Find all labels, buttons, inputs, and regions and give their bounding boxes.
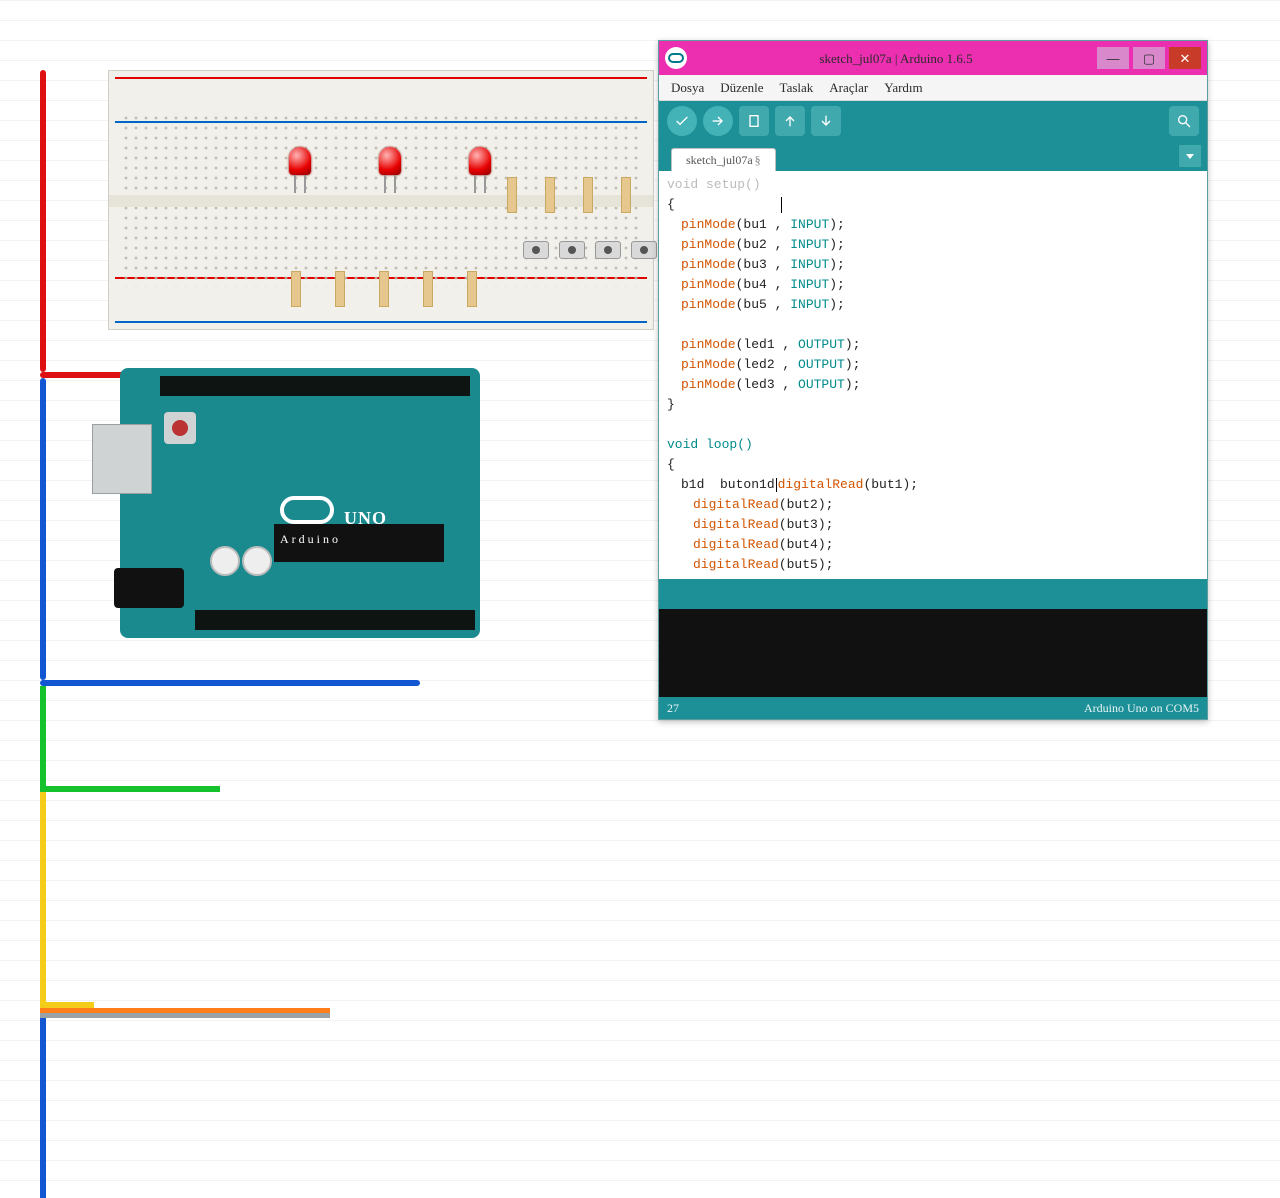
maximize-button[interactable]: ▢: [1133, 47, 1165, 69]
power-jack: [114, 568, 184, 608]
tactile-button: [631, 241, 657, 259]
arrow-up-icon: [782, 113, 798, 129]
code-line: pinMode(bu4 , INPUT);: [667, 275, 1199, 295]
resistor: [467, 271, 477, 307]
menu-file[interactable]: Dosya: [665, 77, 710, 98]
board-port-indicator: Arduino Uno on COM5: [1084, 702, 1199, 714]
code-line: pinMode(led2 , OUTPUT);: [667, 355, 1199, 375]
led-red-1: [289, 147, 311, 175]
reset-button: [164, 412, 196, 444]
chevron-down-icon: [1184, 150, 1196, 162]
digital-headers: [160, 376, 470, 396]
code-line: pinMode(bu5 , INPUT);: [667, 295, 1199, 315]
menu-edit[interactable]: Düzenle: [714, 77, 769, 98]
tab-label: sketch_jul07a: [686, 153, 753, 167]
text-cursor: [776, 478, 777, 492]
code-line: digitalRead(but2);: [667, 495, 1199, 515]
output-console[interactable]: [659, 609, 1207, 697]
code-line: digitalRead(but4);: [667, 535, 1199, 555]
resistor: [423, 271, 433, 307]
window-titlebar[interactable]: sketch_jul07a | Arduino 1.6.5 — ▢ ✕: [659, 41, 1207, 75]
code-line: {: [667, 455, 1199, 475]
minimize-button[interactable]: —: [1097, 47, 1129, 69]
serial-monitor-button[interactable]: [1169, 106, 1199, 136]
sketch-tab[interactable]: sketch_jul07a§: [671, 148, 776, 171]
window-title: sketch_jul07a | Arduino 1.6.5: [695, 52, 1097, 65]
code-line: pinMode(bu1 , INPUT);: [667, 215, 1199, 235]
search-icon: [1176, 113, 1192, 129]
tactile-button: [595, 241, 621, 259]
resistor: [545, 177, 555, 213]
verify-button[interactable]: [667, 106, 697, 136]
arrow-down-icon: [818, 113, 834, 129]
power-analog-headers: [195, 610, 475, 630]
toolbar: [659, 101, 1207, 141]
resistor: [379, 271, 389, 307]
capacitor: [242, 546, 272, 576]
code-line: pinMode(led3 , OUTPUT);: [667, 375, 1199, 395]
close-button[interactable]: ✕: [1169, 47, 1201, 69]
resistor: [621, 177, 631, 213]
code-line: void setup(): [667, 175, 1199, 195]
check-icon: [674, 113, 690, 129]
arduino-uno-board: UNO Arduino: [120, 368, 480, 638]
code-line: digitalRead(but3);: [667, 515, 1199, 535]
code-line: void loop(): [667, 435, 1199, 455]
tactile-button: [559, 241, 585, 259]
tactile-button: [523, 241, 549, 259]
modified-indicator: §: [755, 153, 761, 167]
code-line: b1d buton1ddigitalRead(but1);: [667, 475, 1199, 495]
code-editor[interactable]: void setup() { pinMode(bu1 , INPUT); pin…: [659, 171, 1207, 579]
status-strip: [659, 579, 1207, 609]
save-sketch-button[interactable]: [811, 106, 841, 136]
file-icon: [746, 113, 762, 129]
resistor: [583, 177, 593, 213]
arduino-icon: [665, 47, 687, 69]
new-sketch-button[interactable]: [739, 106, 769, 136]
usb-port: [92, 424, 152, 494]
board-logo: UNO Arduino: [280, 496, 387, 545]
line-indicator: 27: [667, 702, 679, 714]
upload-button[interactable]: [703, 106, 733, 136]
code-line: digitalRead(but5);: [667, 555, 1199, 575]
capacitor: [210, 546, 240, 576]
led-red-3: [469, 147, 491, 175]
menu-bar: Dosya Düzenle Taslak Araçlar Yardım: [659, 75, 1207, 101]
code-line: pinMode(bu2 , INPUT);: [667, 235, 1199, 255]
text-cursor: [781, 197, 782, 213]
menu-tools[interactable]: Araçlar: [823, 77, 874, 98]
arduino-ide-window: sketch_jul07a | Arduino 1.6.5 — ▢ ✕ Dosy…: [658, 40, 1208, 720]
resistor: [335, 271, 345, 307]
menu-sketch[interactable]: Taslak: [774, 77, 820, 98]
led-red-2: [379, 147, 401, 175]
arrow-right-icon: [710, 113, 726, 129]
code-line: {: [667, 195, 1199, 215]
code-line: pinMode(led1 , OUTPUT);: [667, 335, 1199, 355]
code-line: }: [667, 395, 1199, 415]
circuit-diagram: UNO Arduino: [40, 70, 660, 670]
open-sketch-button[interactable]: [775, 106, 805, 136]
menu-help[interactable]: Yardım: [878, 77, 928, 98]
tab-menu-button[interactable]: [1179, 145, 1201, 167]
resistor: [291, 271, 301, 307]
resistor: [507, 177, 517, 213]
code-line: pinMode(bu3 , INPUT);: [667, 255, 1199, 275]
breadboard: [108, 70, 654, 330]
tab-strip: sketch_jul07a§: [659, 141, 1207, 171]
footer-bar: 27 Arduino Uno on COM5: [659, 697, 1207, 719]
